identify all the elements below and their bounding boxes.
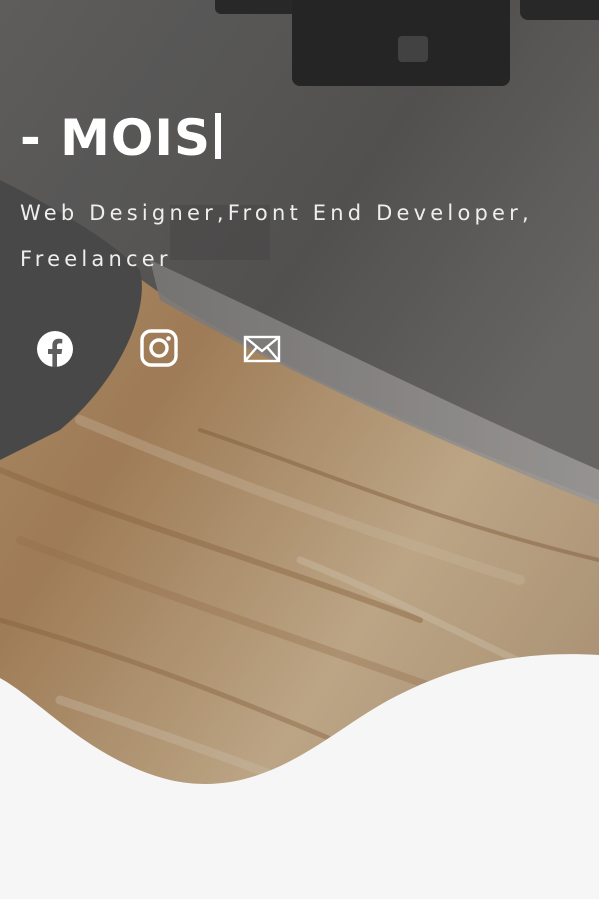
email-link[interactable] <box>241 325 283 371</box>
hero-title: - MOIS <box>20 106 222 170</box>
social-links <box>33 325 345 371</box>
hero-section: - MOIS Web Designer,Front End Developer,… <box>0 0 599 899</box>
facebook-icon <box>37 331 73 367</box>
instagram-icon <box>140 329 178 367</box>
typing-cursor <box>215 113 222 159</box>
facebook-link[interactable] <box>33 325 75 371</box>
mail-icon <box>243 335 281 363</box>
hero-title-text: - MOIS <box>20 109 212 167</box>
hero-subtitle: Web Designer,Front End Developer, Freela… <box>20 201 533 271</box>
instagram-link[interactable] <box>137 325 179 371</box>
